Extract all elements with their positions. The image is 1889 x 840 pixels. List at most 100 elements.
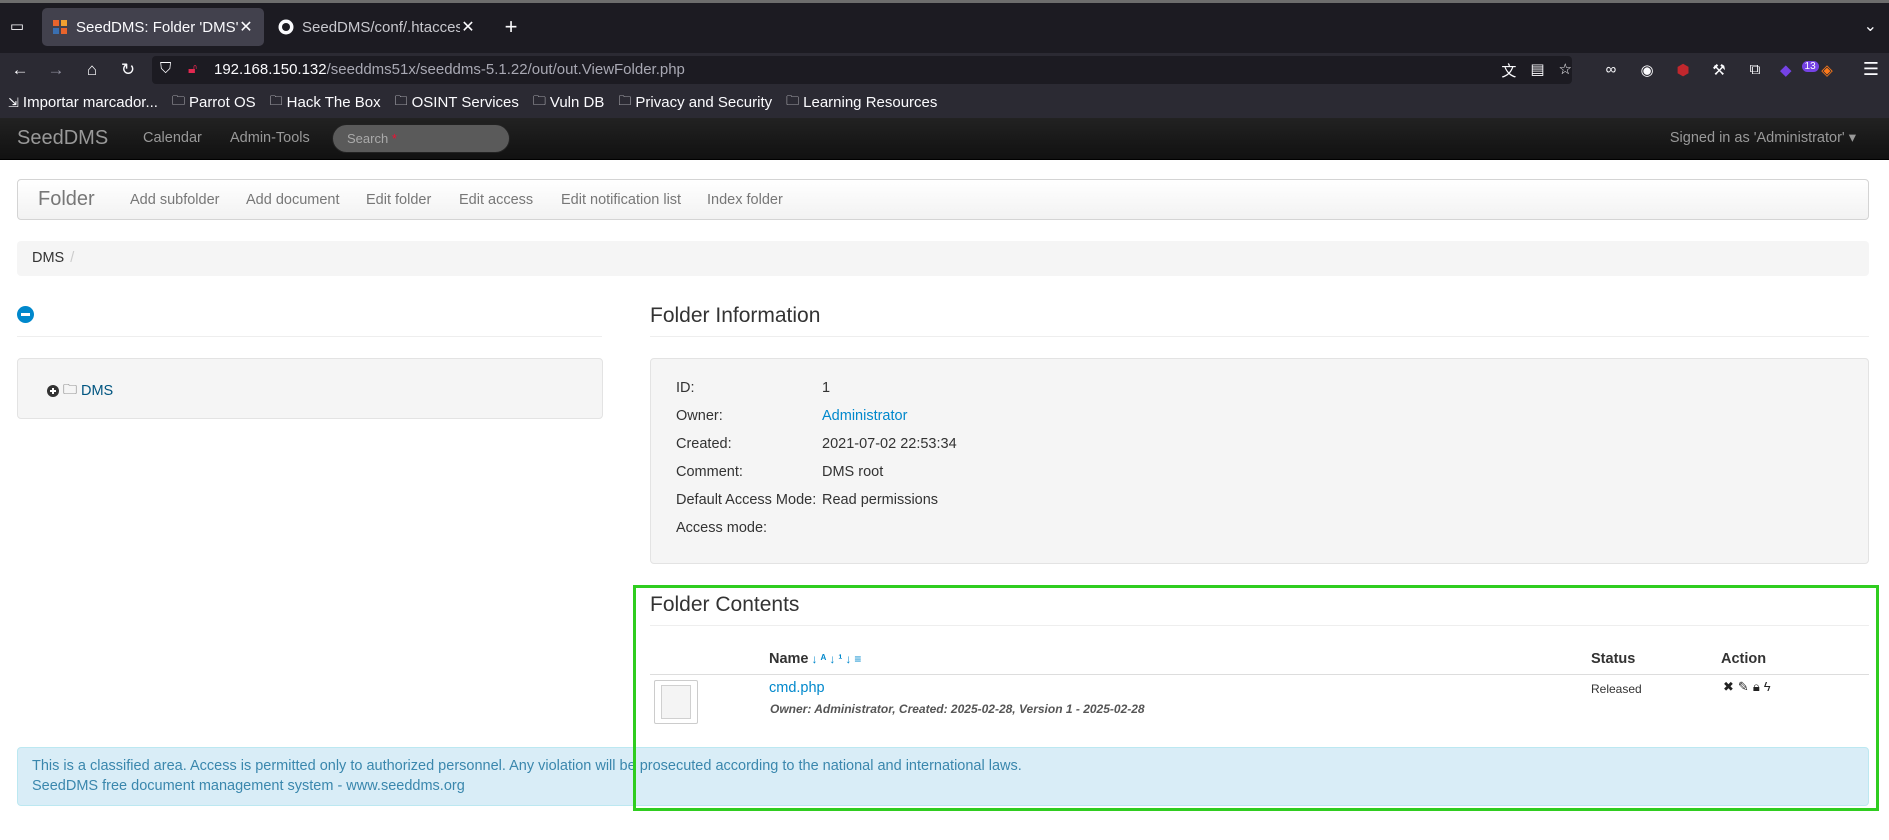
tab-list-icon[interactable]: ▭ bbox=[6, 16, 28, 38]
bookmark-label: Vuln DB bbox=[549, 94, 605, 111]
bookmark-star-icon[interactable]: ☆ bbox=[1559, 60, 1572, 81]
info-key: Access mode: bbox=[676, 520, 768, 536]
expand-plus-icon[interactable] bbox=[47, 385, 59, 397]
footer-credit: SeedDMS free document management system … bbox=[32, 778, 465, 794]
sort-list-icon[interactable]: ↓≡ bbox=[845, 652, 864, 666]
url-path: /seeddms51x/seeddms-5.1.22/out/out.ViewF… bbox=[326, 61, 685, 78]
document-name-link[interactable]: cmd.php bbox=[769, 680, 825, 696]
info-key: Created: bbox=[676, 436, 732, 452]
table-header-divider bbox=[650, 674, 1869, 675]
bookmark-folder-vulndb[interactable]: 🗀 Vuln DB bbox=[533, 92, 605, 114]
document-thumbnail[interactable] bbox=[654, 680, 698, 724]
bookmark-label: Importar marcador... bbox=[22, 94, 158, 111]
url-bar[interactable]: ⛉ 🔓︎ 192.168.150.132/seeddms51x/seeddms-… bbox=[152, 56, 1572, 84]
info-value: 2021-07-02 22:53:34 bbox=[822, 436, 957, 452]
new-tab-icon[interactable]: + bbox=[498, 14, 524, 40]
reload-icon[interactable]: ↻ bbox=[116, 58, 140, 82]
github-favicon-icon bbox=[278, 19, 294, 35]
delete-icon[interactable]: ✖ bbox=[1723, 679, 1734, 695]
folder-icon: 🗀 bbox=[532, 92, 546, 108]
close-tab-icon[interactable]: ✕ bbox=[238, 17, 254, 37]
shield-icon[interactable]: ⛉ bbox=[160, 60, 171, 77]
bookmark-label: Privacy and Security bbox=[635, 94, 773, 111]
private-mask-icon[interactable]: ∞ bbox=[1600, 61, 1622, 79]
insecure-lock-icon[interactable]: 🔓︎ bbox=[188, 60, 197, 77]
info-key: Owner: bbox=[676, 408, 723, 424]
breadcrumb-separator: / bbox=[70, 250, 75, 266]
tab-seeddms-folder[interactable]: SeedDMS: Folder 'DMS' ✕ bbox=[42, 8, 264, 46]
search-input[interactable]: Search * bbox=[332, 124, 510, 153]
bookmark-folder-osint[interactable]: 🗀 OSINT Services bbox=[395, 92, 519, 114]
hamburger-menu-icon[interactable]: ☰ bbox=[1863, 59, 1879, 80]
info-key: Default Access Mode: bbox=[676, 492, 817, 508]
owner-link[interactable]: Administrator bbox=[822, 408, 907, 424]
column-label: Name bbox=[769, 651, 809, 667]
folder-icon: 🗀 bbox=[171, 92, 185, 108]
ublock-icon[interactable]: ⬢ bbox=[1672, 61, 1694, 79]
info-value: 1 bbox=[822, 380, 831, 396]
document-actions: ✖ ✎ 🔒︎ ϟ bbox=[1723, 679, 1771, 695]
extensions-puzzle-icon[interactable]: ⧉ bbox=[1744, 61, 1766, 79]
browser-tab-bar: ▭ SeedDMS: Folder 'DMS' ✕ SeedDMS/conf/.… bbox=[0, 0, 1889, 53]
folder-icon: 🗀 bbox=[618, 92, 632, 108]
collapse-tree-icon[interactable] bbox=[17, 306, 34, 323]
close-tab-icon[interactable]: ✕ bbox=[460, 17, 476, 37]
back-arrow-icon[interactable]: ← bbox=[8, 58, 32, 82]
nav-calendar[interactable]: Calendar bbox=[143, 130, 202, 146]
tab-title: SeedDMS/conf/.htaccess bbox=[302, 18, 460, 36]
add-subfolder-link[interactable]: Add subfolder bbox=[130, 192, 219, 208]
tree-node-link[interactable]: DMS bbox=[81, 383, 113, 399]
index-folder-link[interactable]: Index folder bbox=[707, 192, 783, 208]
bookmark-folder-privacy[interactable]: 🗀 Privacy and Security bbox=[618, 92, 772, 114]
bolt-icon[interactable]: ϟ bbox=[1764, 679, 1771, 695]
column-header-status: Status bbox=[1591, 651, 1636, 667]
footer-alert: This is a classified area. Access is per… bbox=[17, 747, 1869, 806]
user-menu[interactable]: Signed in as 'Administrator' ▾ bbox=[1670, 130, 1856, 146]
breadcrumb-root[interactable]: DMS bbox=[32, 250, 64, 266]
edit-icon[interactable]: ✎ bbox=[1738, 679, 1749, 695]
sort-alpha-icon[interactable]: ↓ᴬ bbox=[812, 652, 830, 666]
brand-link[interactable]: SeedDMS bbox=[17, 127, 108, 150]
folder-subnav: Folder Add subfolder Add document Edit f… bbox=[17, 179, 1869, 220]
bookmark-folder-learning[interactable]: 🗀 Learning Resources bbox=[786, 92, 937, 114]
sort-numeric-icon[interactable]: ↓¹ bbox=[829, 652, 845, 666]
document-icon bbox=[661, 685, 691, 719]
bookmark-label: Hack The Box bbox=[286, 94, 381, 111]
edit-access-link[interactable]: Edit access bbox=[459, 192, 533, 208]
bookmark-import[interactable]: ⇲ Importar marcador... bbox=[8, 94, 158, 111]
tab-title: SeedDMS: Folder 'DMS' bbox=[76, 18, 238, 36]
chevron-down-icon[interactable]: ⌄ bbox=[1864, 16, 1877, 36]
url-host: 192.168.150.132 bbox=[214, 61, 327, 78]
folder-icon: 🗀 bbox=[786, 92, 800, 108]
folder-contents-heading: Folder Contents bbox=[650, 593, 800, 616]
account-icon[interactable]: ◉ bbox=[1636, 61, 1658, 79]
extension-badge-icon[interactable]: ◆ 13 bbox=[1780, 61, 1819, 79]
info-key: ID: bbox=[676, 380, 695, 396]
bookmark-label: Parrot OS bbox=[188, 94, 256, 111]
wrench-icon[interactable]: ⚒ bbox=[1708, 61, 1730, 79]
folder-information-panel: ID: 1 Owner: Administrator Created: 2021… bbox=[650, 358, 1869, 564]
edit-folder-link[interactable]: Edit folder bbox=[366, 192, 431, 208]
browser-nav-bar: ← → ⌂ ↻ ⛉ 🔓︎ 192.168.150.132/seeddms51x/… bbox=[0, 53, 1889, 87]
edit-notification-list-link[interactable]: Edit notification list bbox=[561, 192, 681, 208]
forward-arrow-icon[interactable]: → bbox=[44, 58, 68, 82]
bookmark-folder-htb[interactable]: 🗀 Hack The Box bbox=[270, 92, 381, 114]
bookmark-folder-parrot[interactable]: 🗀 Parrot OS bbox=[172, 92, 256, 114]
add-document-link[interactable]: Add document bbox=[246, 192, 340, 208]
app-navbar: SeedDMS Calendar Admin-Tools Search * Si… bbox=[0, 118, 1889, 160]
home-icon[interactable]: ⌂ bbox=[80, 58, 104, 82]
lock-icon[interactable]: 🔒︎ bbox=[1753, 679, 1760, 695]
info-value: DMS root bbox=[822, 464, 884, 480]
url-text[interactable]: 192.168.150.132/seeddms51x/seeddms-5.1.2… bbox=[214, 61, 685, 78]
nav-admin-tools[interactable]: Admin-Tools bbox=[230, 130, 310, 146]
folder-information-heading: Folder Information bbox=[650, 304, 821, 327]
column-header-name: Name ↓ᴬ↓¹↓≡ bbox=[769, 651, 864, 667]
translate-icon[interactable]: 文 bbox=[1501, 60, 1516, 81]
required-asterisk: * bbox=[391, 131, 397, 146]
url-actions: 文 ▤ ☆ bbox=[1501, 60, 1572, 81]
reader-mode-icon[interactable]: ▤ bbox=[1530, 60, 1544, 81]
tab-htaccess[interactable]: SeedDMS/conf/.htaccess ✕ bbox=[268, 8, 486, 46]
foxyproxy-icon[interactable]: ◈ bbox=[1816, 61, 1838, 79]
bookmarks-bar: ⇲ Importar marcador... 🗀 Parrot OS 🗀 Hack T… bbox=[0, 87, 1889, 118]
divider bbox=[650, 336, 1869, 337]
